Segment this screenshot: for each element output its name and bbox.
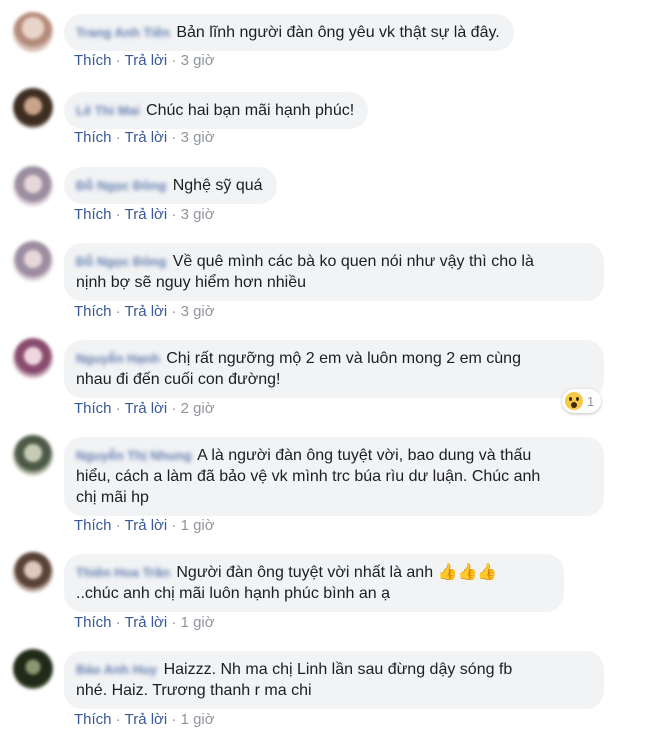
like-button[interactable]: Thích <box>74 129 112 146</box>
separator: · <box>115 517 125 534</box>
like-button[interactable]: Thích <box>74 400 112 417</box>
reply-button[interactable]: Trả lời <box>125 206 168 223</box>
like-button[interactable]: Thích <box>74 517 112 534</box>
comment-author[interactable]: Trang Anh Tiến <box>76 22 170 43</box>
separator: · <box>115 711 125 728</box>
like-button[interactable]: Thích <box>74 711 112 728</box>
comment-actions: Thích · Trả lời · 1 giờ <box>74 517 215 534</box>
reply-button[interactable]: Trả lời <box>125 614 168 631</box>
separator: · <box>171 711 181 728</box>
avatar[interactable] <box>13 166 53 206</box>
comment-timestamp[interactable]: 2 giờ <box>181 400 215 417</box>
wow-reaction-icon <box>565 392 583 410</box>
comment-timestamp[interactable]: 3 giờ <box>181 129 215 146</box>
comment-author[interactable]: Thiên Hoa Trần <box>76 562 170 583</box>
separator: · <box>171 129 181 146</box>
comment-actions: Thích · Trả lời · 3 giờ <box>74 206 215 223</box>
comment-text-line: nhé. Haiz. Trương thanh r ma chi <box>76 682 312 699</box>
like-button[interactable]: Thích <box>74 52 112 69</box>
comment-actions: Thích · Trả lời · 1 giờ <box>74 711 215 728</box>
separator: · <box>171 303 181 320</box>
comment-author[interactable]: Đỗ Ngọc Đông <box>76 175 166 196</box>
comment-text: Chị rất ngưỡng mộ 2 em và luôn mong 2 em… <box>166 350 521 367</box>
separator: · <box>171 206 181 223</box>
comment-actions: Thích · Trả lời · 3 giờ <box>74 303 215 320</box>
separator: · <box>115 129 125 146</box>
separator: · <box>115 400 125 417</box>
comment-bubble: Đỗ Ngọc Đông Về quê mình các bà ko quen … <box>64 243 604 301</box>
comment-text: A là người đàn ông tuyệt vời, bao dung v… <box>197 447 532 464</box>
comment-text-line: nhau đi đến cuối con đường! <box>76 371 281 388</box>
thumbs-up-icon: 👍👍👍 <box>437 564 498 581</box>
separator: · <box>115 614 125 631</box>
comment-bubble: Bảo Anh Huy Haizzz. Nh ma chị Linh lần s… <box>64 651 604 709</box>
comment-text-line: ..chúc anh chị mãi luôn hạnh phúc bình a… <box>76 585 390 602</box>
comment-timestamp[interactable]: 1 giờ <box>181 614 215 631</box>
comment-text: Về quê mình các bà ko quen nói như vậy t… <box>172 253 534 270</box>
avatar[interactable] <box>13 241 53 281</box>
separator: · <box>115 52 125 69</box>
separator: · <box>171 614 181 631</box>
avatar[interactable] <box>13 338 53 378</box>
comment-author[interactable]: Nguyễn Hạnh <box>76 348 160 369</box>
comment-text: Bản lĩnh người đàn ông yêu vk thật sự là… <box>176 24 500 41</box>
comment-actions: Thích · Trả lời · 3 giờ <box>74 129 215 146</box>
comment-bubble: Lê Thi Mai Chúc hai bạn mãi hạnh phúc! <box>64 92 369 129</box>
reply-button[interactable]: Trả lời <box>125 303 168 320</box>
reply-button[interactable]: Trả lời <box>125 711 168 728</box>
like-button[interactable]: Thích <box>74 614 112 631</box>
reaction-count: 1 <box>587 393 595 409</box>
reply-button[interactable]: Trả lời <box>125 400 168 417</box>
separator: · <box>171 52 181 69</box>
reply-button[interactable]: Trả lời <box>125 517 168 534</box>
like-button[interactable]: Thích <box>74 206 112 223</box>
comment-text-line: nịnh bợ sẽ nguy hiểm hơn nhiều <box>76 274 307 291</box>
comment-timestamp[interactable]: 3 giờ <box>181 303 215 320</box>
comment-actions: Thích · Trả lời · 3 giờ <box>74 52 215 69</box>
comment-bubble: Nguyễn Thị Nhung A là người đàn ông tuyệ… <box>64 437 604 516</box>
comment-author[interactable]: Nguyễn Thị Nhung <box>76 445 192 466</box>
comment-bubble: Trang Anh Tiến Bản lĩnh người đàn ông yê… <box>64 14 514 51</box>
comment-text-line: hiểu, cách a làm đã bảo vệ vk mình trc b… <box>76 468 541 485</box>
reaction-badge[interactable]: 1 <box>562 389 602 413</box>
comment-timestamp[interactable]: 3 giờ <box>181 52 215 69</box>
avatar[interactable] <box>13 435 53 475</box>
avatar[interactable] <box>13 12 53 52</box>
like-button[interactable]: Thích <box>74 303 112 320</box>
reply-button[interactable]: Trả lời <box>125 52 168 69</box>
comment-text: Người đàn ông tuyệt vời nhất là anh <box>176 564 434 581</box>
avatar[interactable] <box>13 552 53 592</box>
comment-text-line: chị mãi hp <box>76 489 149 506</box>
comment-text: Nghệ sỹ quá <box>172 177 263 194</box>
separator: · <box>115 206 125 223</box>
comment-text: Chúc hai bạn mãi hạnh phúc! <box>146 102 355 119</box>
avatar[interactable] <box>13 649 53 689</box>
reply-button[interactable]: Trả lời <box>125 129 168 146</box>
comment-text: Haizzz. Nh ma chị Linh lần sau đừng dậy … <box>163 661 513 678</box>
comment-author[interactable]: Bảo Anh Huy <box>76 659 157 680</box>
comment-author[interactable]: Đỗ Ngọc Đông <box>76 251 166 272</box>
comment-timestamp[interactable]: 1 giờ <box>181 517 215 534</box>
comment-timestamp[interactable]: 1 giờ <box>181 711 215 728</box>
comment-bubble: Nguyễn Hạnh Chị rất ngưỡng mộ 2 em và lu… <box>64 340 604 398</box>
separator: · <box>171 400 181 417</box>
separator: · <box>171 517 181 534</box>
comment-timestamp[interactable]: 3 giờ <box>181 206 215 223</box>
comment-bubble: Đỗ Ngọc Đông Nghệ sỹ quá <box>64 167 277 204</box>
avatar[interactable] <box>13 88 53 128</box>
separator: · <box>115 303 125 320</box>
comment-actions: Thích · Trả lời · 1 giờ <box>74 614 215 631</box>
comment-author[interactable]: Lê Thi Mai <box>76 100 140 121</box>
comment-actions: Thích · Trả lời · 2 giờ <box>74 400 215 417</box>
comment-bubble: Thiên Hoa Trần Người đàn ông tuyệt vời n… <box>64 554 564 612</box>
